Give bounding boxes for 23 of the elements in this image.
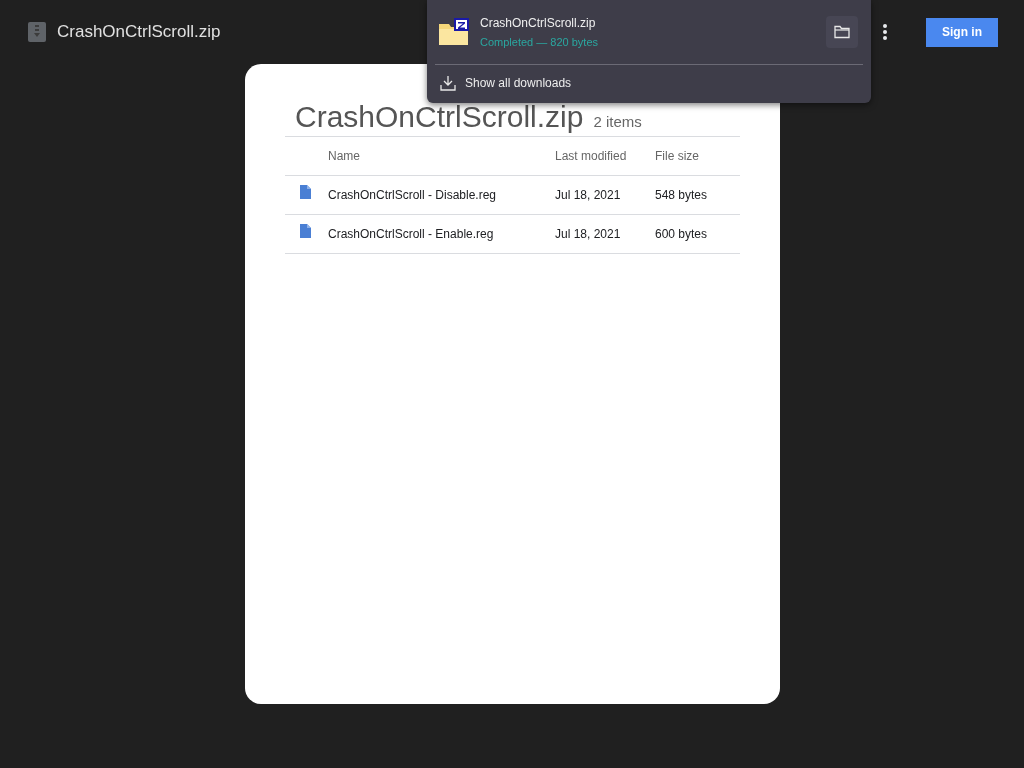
file-name-cell[interactable]: CrashOnCtrlScroll - Disable.reg: [328, 188, 555, 202]
size-cell-text: 600 bytes: [655, 227, 709, 241]
file-title: CrashOnCtrlScroll.zip: [57, 22, 221, 42]
column-header: File size: [655, 149, 700, 163]
download-file-name: CrashOnCtrlScroll.zip: [480, 16, 597, 30]
download-icon: [440, 75, 456, 91]
open-folder-button[interactable]: [826, 16, 858, 48]
archive-title: CrashOnCtrlScroll.zip: [295, 100, 584, 134]
date-cell-text: Jul 18, 2021: [555, 188, 622, 202]
file-icon: [300, 224, 311, 238]
date-cell-text: Jul 18, 2021: [555, 227, 622, 241]
column-header: Last modified: [555, 149, 628, 163]
size-cell-text: 548 bytes: [655, 188, 709, 202]
file-name-cell[interactable]: CrashOnCtrlScroll - Enable.reg: [328, 227, 555, 241]
zip-folder-icon: [438, 18, 470, 46]
item-count: 2 items: [593, 113, 642, 130]
download-status: Completed — 820 bytes: [480, 36, 599, 48]
folder-icon: [834, 25, 850, 39]
show-all-downloads-link[interactable]: Show all downloads: [465, 76, 572, 90]
file-icon: [300, 185, 311, 199]
column-header: Name: [328, 149, 361, 163]
more-options-icon[interactable]: [882, 23, 888, 41]
zip-file-icon: [28, 22, 46, 42]
